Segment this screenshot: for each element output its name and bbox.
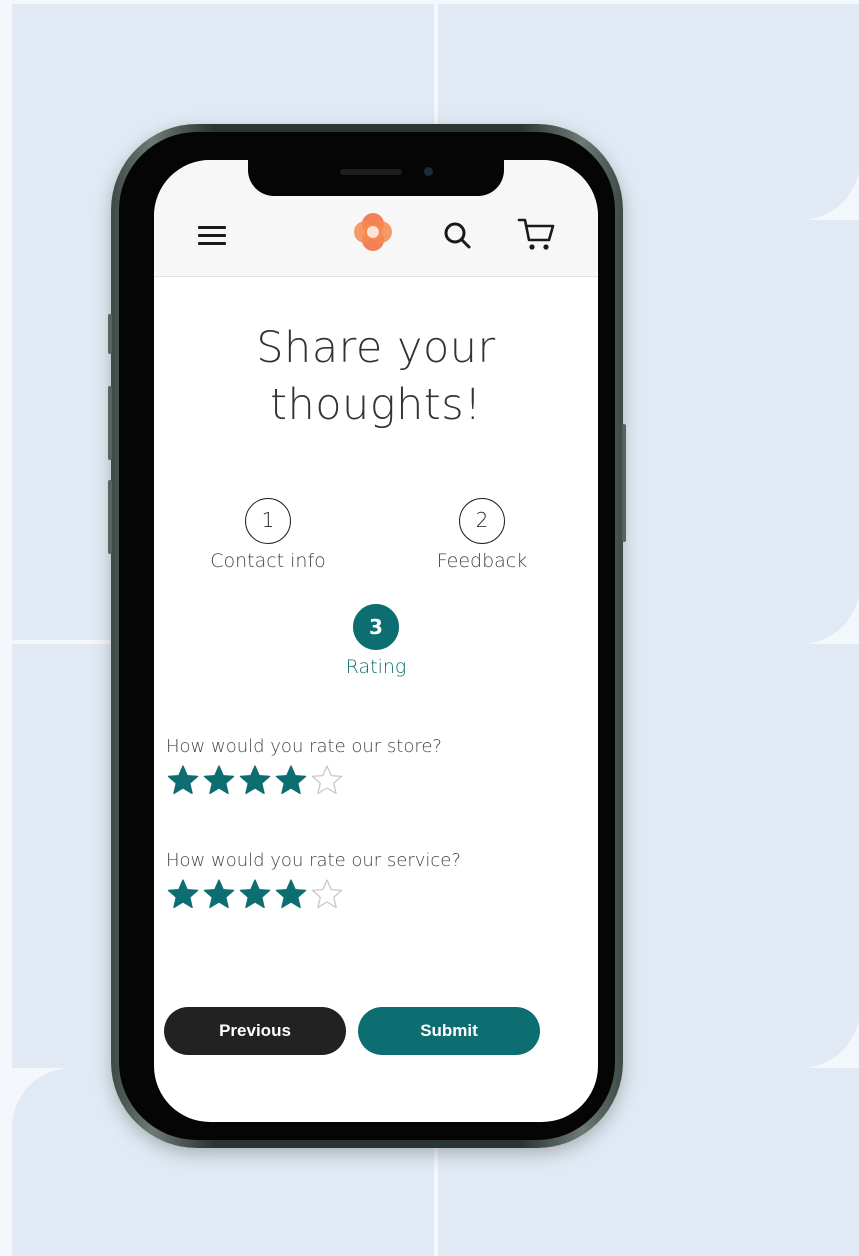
star-empty-icon[interactable] — [310, 764, 344, 796]
previous-button[interactable]: Previous — [164, 1007, 346, 1055]
star-filled-icon[interactable] — [202, 878, 236, 910]
screen: Share your thoughts! 1 Contact info 2 Fe… — [154, 160, 598, 1122]
step-number: 2 — [459, 498, 505, 544]
store-rating-question: How would you rate our store? — [166, 736, 442, 757]
power-button — [622, 424, 626, 542]
step-number: 1 — [245, 498, 291, 544]
step-rating[interactable]: 3 Rating — [316, 604, 436, 678]
page-title: Share your thoughts! — [256, 323, 496, 430]
submit-button[interactable]: Submit — [358, 1007, 540, 1055]
step-contact-info[interactable]: 1 Contact info — [208, 498, 328, 572]
star-filled-icon[interactable] — [238, 764, 272, 796]
step-label: Contact info — [210, 550, 326, 572]
front-camera — [424, 167, 433, 176]
search-icon[interactable] — [442, 220, 472, 250]
volume-down-button — [108, 480, 112, 554]
star-filled-icon[interactable] — [274, 764, 308, 796]
mute-switch — [108, 314, 112, 354]
star-empty-icon[interactable] — [310, 878, 344, 910]
step-label: Feedback — [436, 550, 528, 572]
store-rating-stars[interactable] — [166, 764, 346, 796]
star-filled-icon[interactable] — [274, 878, 308, 910]
step-number: 3 — [353, 604, 399, 650]
star-filled-icon[interactable] — [202, 764, 236, 796]
phone-frame: Share your thoughts! 1 Contact info 2 Fe… — [108, 124, 626, 1148]
speaker-grille — [340, 169, 402, 175]
phone-bezel: Share your thoughts! 1 Contact info 2 Fe… — [119, 132, 615, 1140]
service-rating-stars[interactable] — [166, 878, 346, 910]
hamburger-menu-icon[interactable] — [198, 226, 226, 246]
star-filled-icon[interactable] — [166, 764, 200, 796]
step-feedback[interactable]: 2 Feedback — [422, 498, 542, 572]
service-rating-question: How would you rate our service? — [166, 850, 461, 871]
star-filled-icon[interactable] — [166, 878, 200, 910]
volume-up-button — [108, 386, 112, 460]
cart-icon[interactable] — [516, 216, 556, 252]
phone-notch — [248, 160, 504, 196]
step-label: Rating — [345, 656, 407, 678]
star-filled-icon[interactable] — [238, 878, 272, 910]
brand-logo-icon[interactable] — [353, 212, 393, 252]
